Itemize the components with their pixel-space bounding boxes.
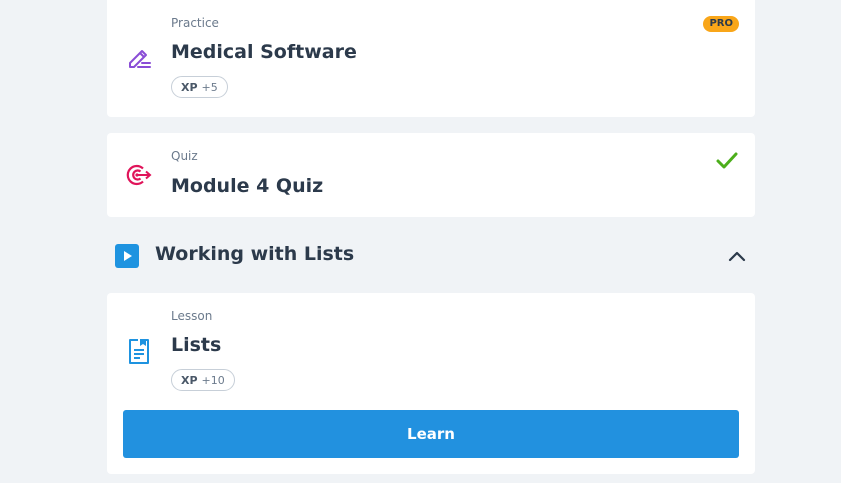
chevron-up-icon[interactable] <box>727 246 747 270</box>
section-title: Working with Lists <box>155 243 355 265</box>
card-title: Module 4 Quiz <box>171 175 324 197</box>
learn-button[interactable]: Learn <box>123 410 739 458</box>
quiz-card[interactable]: Quiz Module 4 Quiz <box>107 133 755 217</box>
card-title: Medical Software <box>171 41 357 63</box>
xp-badge: XP +5 <box>171 76 228 98</box>
checkmark-icon <box>715 151 739 175</box>
practice-card[interactable]: Practice Medical Software XP +5 PRO <box>107 0 755 117</box>
xp-value: +10 <box>201 373 225 387</box>
xp-label: XP <box>181 373 198 387</box>
lesson-card[interactable]: Lesson Lists XP +10 Learn <box>107 293 755 474</box>
card-type-label: Practice <box>171 16 219 30</box>
xp-label: XP <box>181 80 198 94</box>
target-icon <box>125 161 153 189</box>
card-type-label: Quiz <box>171 149 198 163</box>
pencil-icon <box>125 43 153 71</box>
section-header[interactable]: Working with Lists <box>107 237 755 275</box>
xp-value: +5 <box>201 80 218 94</box>
card-title: Lists <box>171 334 222 356</box>
xp-badge: XP +10 <box>171 369 235 391</box>
card-type-label: Lesson <box>171 309 213 323</box>
pro-badge: PRO <box>703 16 739 32</box>
document-icon <box>125 337 153 365</box>
play-icon <box>115 244 139 268</box>
